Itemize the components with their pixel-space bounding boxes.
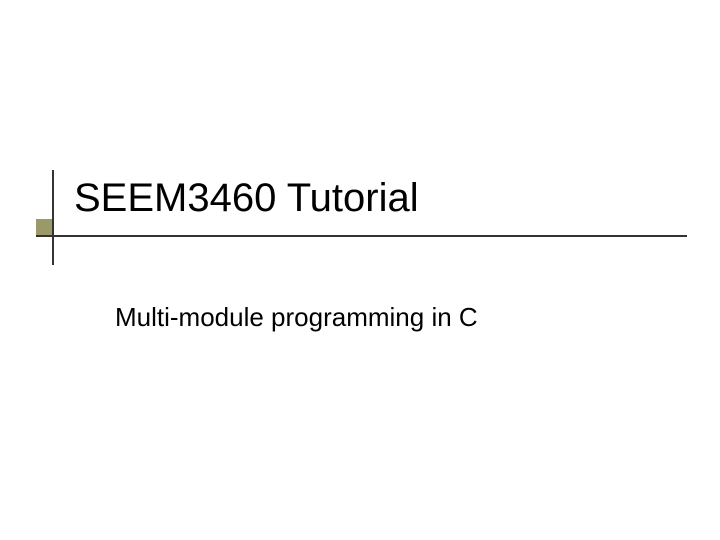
horizontal-rule bbox=[36, 235, 687, 237]
slide-subtitle: Multi-module programming in C bbox=[115, 302, 478, 333]
accent-square-decoration bbox=[36, 219, 53, 236]
slide: SEEM3460 Tutorial Multi-module programmi… bbox=[0, 0, 720, 540]
slide-title: SEEM3460 Tutorial bbox=[74, 176, 419, 221]
vertical-rule bbox=[52, 170, 54, 265]
